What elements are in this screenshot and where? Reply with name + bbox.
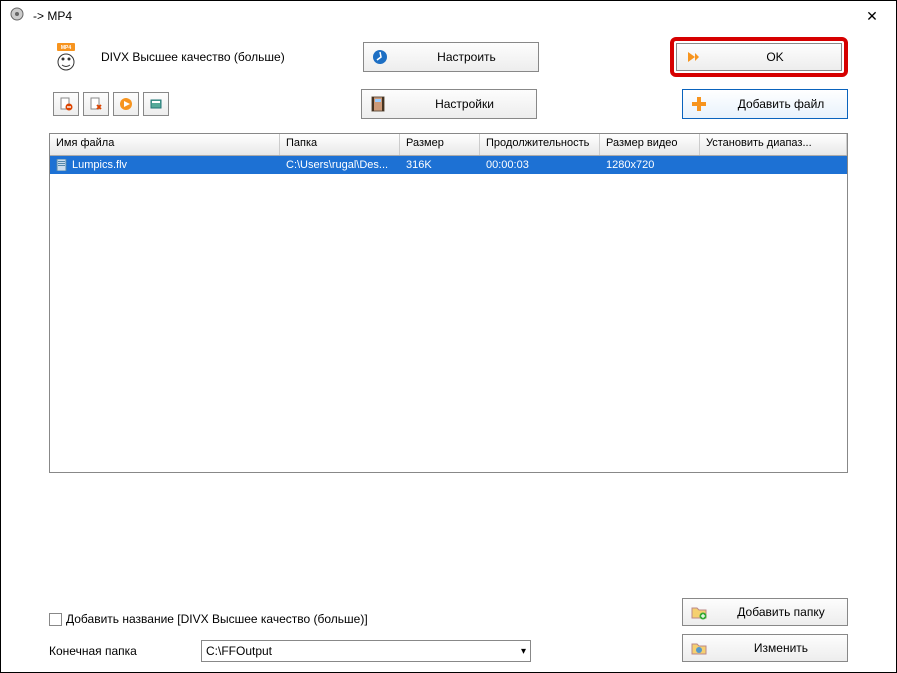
change-button[interactable]: Изменить: [682, 634, 848, 662]
settings-button[interactable]: Настройки: [361, 89, 537, 119]
cell-filename-text: Lumpics.flv: [72, 159, 127, 171]
change-label: Изменить: [715, 641, 847, 655]
cell-size: 316K: [400, 156, 480, 174]
chevron-down-icon: ▾: [521, 646, 526, 657]
file-icon: [56, 159, 68, 171]
plus-icon: [687, 92, 711, 116]
col-range[interactable]: Установить диапаз...: [700, 134, 847, 155]
profile-label: DIVX Высшее качество (больше): [101, 50, 285, 64]
col-filename[interactable]: Имя файла: [50, 134, 280, 155]
table-header: Имя файла Папка Размер Продолжительность…: [50, 134, 847, 156]
arrow-right-icon: [681, 45, 705, 69]
close-button[interactable]: ✕: [856, 4, 888, 28]
cell-range: [700, 156, 847, 174]
film-icon: [366, 92, 390, 116]
ok-highlight: OK: [670, 37, 848, 77]
cell-vsize: 1280x720: [600, 156, 700, 174]
toolbar-row1: MP4 DIVX Высшее качество (больше) Настро…: [1, 31, 896, 83]
add-name-checkbox[interactable]: [49, 613, 62, 626]
add-folder-button[interactable]: Добавить папку: [682, 598, 848, 626]
remove-button[interactable]: [53, 92, 79, 116]
cell-filename: Lumpics.flv: [50, 156, 280, 174]
mp4-profile-icon: MP4: [53, 41, 85, 73]
play-button[interactable]: [113, 92, 139, 116]
gear-icon: [368, 45, 392, 69]
clear-button[interactable]: [83, 92, 109, 116]
output-folder-value: C:\FFOutput: [206, 644, 272, 658]
titlebar-left: -> MP4: [9, 6, 72, 27]
cell-duration: 00:00:03: [480, 156, 600, 174]
ok-label: OK: [709, 50, 841, 64]
col-size[interactable]: Размер: [400, 134, 480, 155]
bottom-area: Добавить название [DIVX Высшее качество …: [49, 612, 848, 662]
toolbar-row2: Настройки Добавить файл: [1, 83, 896, 125]
titlebar: -> MP4 ✕: [1, 1, 896, 31]
info-button[interactable]: [143, 92, 169, 116]
configure-label: Настроить: [396, 50, 538, 64]
add-file-button[interactable]: Добавить файл: [682, 89, 848, 119]
ok-button[interactable]: OK: [676, 43, 842, 71]
cell-folder: C:\Users\rugal\Des...: [280, 156, 400, 174]
add-name-label: Добавить название [DIVX Высшее качество …: [66, 612, 368, 626]
table-row[interactable]: Lumpics.flv C:\Users\rugal\Des... 316K 0…: [50, 156, 847, 174]
svg-text:MP4: MP4: [61, 45, 72, 51]
add-folder-label: Добавить папку: [715, 605, 847, 619]
col-duration[interactable]: Продолжительность: [480, 134, 600, 155]
settings-label: Настройки: [394, 97, 536, 111]
col-folder[interactable]: Папка: [280, 134, 400, 155]
output-folder-label: Конечная папка: [49, 644, 189, 658]
add-file-label: Добавить файл: [715, 97, 847, 111]
app-icon: [9, 6, 25, 27]
file-table: Имя файла Папка Размер Продолжительность…: [49, 133, 848, 473]
bottom-right-buttons: Добавить папку Изменить: [682, 598, 848, 662]
folder-icon: [687, 636, 711, 660]
configure-button[interactable]: Настроить: [363, 42, 539, 72]
window-title: -> MP4: [33, 9, 72, 23]
col-vsize[interactable]: Размер видео: [600, 134, 700, 155]
small-buttons: [53, 92, 169, 116]
output-folder-select[interactable]: C:\FFOutput ▾: [201, 640, 531, 662]
folder-add-icon: [687, 600, 711, 624]
